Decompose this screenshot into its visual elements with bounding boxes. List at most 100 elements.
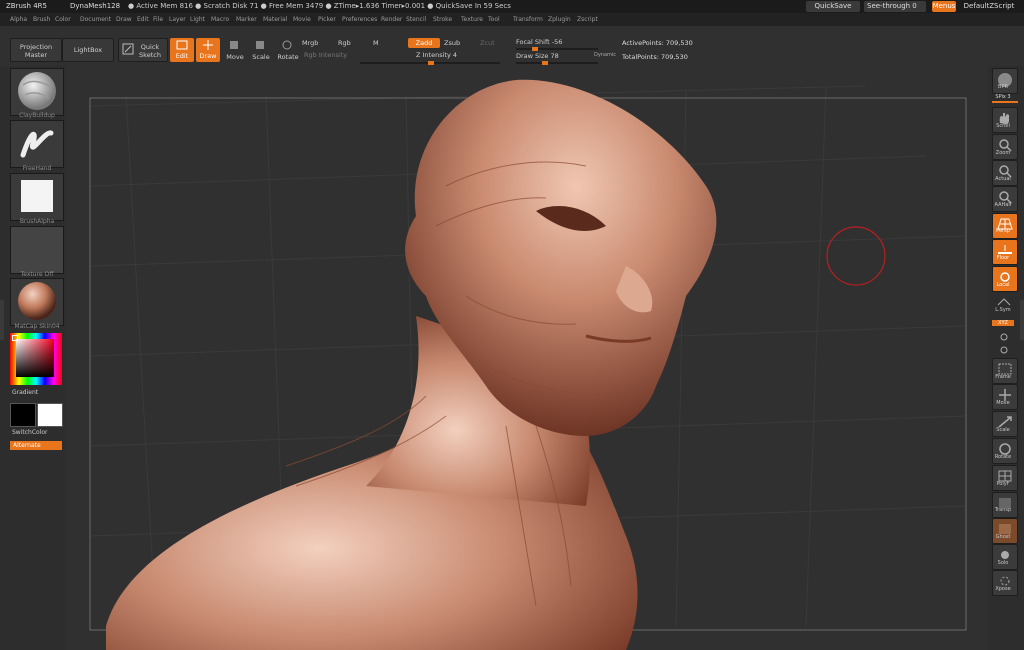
color-picker-cursor[interactable] — [12, 335, 18, 341]
menu-picker[interactable]: Picker — [318, 13, 336, 26]
focal-shift-handle[interactable] — [532, 47, 538, 51]
menu-zplugin[interactable]: Zplugin — [548, 13, 571, 26]
menu-light[interactable]: Light — [190, 13, 205, 26]
left-tray-handle[interactable] — [0, 300, 4, 340]
default-zscript-button[interactable]: DefaultZScript — [958, 1, 1020, 12]
draw-size-track[interactable] — [516, 61, 598, 65]
menu-alpha[interactable]: Alpha — [10, 13, 27, 26]
menu-stroke[interactable]: Stroke — [433, 13, 452, 26]
main-color-swatch[interactable] — [10, 403, 36, 427]
move-view-label: Move — [996, 400, 1010, 406]
alpha-icon — [21, 180, 53, 212]
projection-master-button[interactable]: Projection Master — [10, 38, 62, 62]
secondary-color-swatch[interactable] — [37, 403, 63, 427]
menu-color[interactable]: Color — [55, 13, 71, 26]
rgb-button[interactable]: Rgb — [338, 39, 351, 47]
intensity-slider-track[interactable] — [360, 61, 500, 65]
sculpt-viewport[interactable] — [66, 66, 988, 650]
menu-preferences[interactable]: Preferences — [342, 13, 377, 26]
xyz-button[interactable]: XYZ — [992, 320, 1014, 326]
aahalf-button[interactable] — [992, 186, 1018, 212]
menus-button[interactable]: Menus — [932, 1, 956, 12]
z-intensity-slider[interactable]: Z Intensity 4 — [416, 51, 457, 59]
quicksave-button[interactable]: QuickSave — [806, 1, 860, 12]
material-selector[interactable] — [10, 278, 64, 326]
scale-view-button[interactable] — [992, 411, 1018, 437]
rotate-z-icon — [1000, 346, 1008, 354]
floor-button[interactable] — [992, 239, 1018, 265]
draw-button[interactable]: Draw — [196, 38, 220, 62]
alpha-selector[interactable] — [10, 173, 64, 221]
viewport-canvas[interactable] — [66, 66, 988, 650]
gradient-toggle[interactable]: Gradient — [12, 389, 38, 396]
rgb-intensity-slider[interactable]: Rgb Intensity — [304, 51, 347, 59]
menu-tool[interactable]: Tool — [488, 13, 500, 26]
menu-macro[interactable]: Macro — [211, 13, 229, 26]
color-picker[interactable] — [10, 333, 62, 385]
right-tray-handle[interactable] — [1020, 300, 1024, 340]
transp-label: Transp — [994, 507, 1012, 513]
move-icon — [230, 41, 238, 49]
mrgb-button[interactable]: Mrgb — [302, 39, 318, 47]
menu-brush[interactable]: Brush — [33, 13, 50, 26]
menu-file[interactable]: File — [153, 13, 163, 26]
scale-button[interactable]: Scale — [250, 38, 272, 62]
actual-button[interactable] — [992, 160, 1018, 186]
rotate-view-button[interactable] — [992, 438, 1018, 464]
zoom-button[interactable] — [992, 134, 1018, 160]
draw-size-slider[interactable]: Draw Size 78 — [516, 52, 559, 60]
menu-material[interactable]: Material — [263, 13, 287, 26]
local-button[interactable] — [992, 266, 1018, 292]
persp-button[interactable] — [992, 213, 1018, 239]
actual-label: Actual — [995, 176, 1011, 182]
stroke-selector[interactable] — [10, 120, 64, 168]
move-button[interactable]: Move — [224, 38, 246, 62]
ghost-button[interactable] — [992, 518, 1018, 544]
texture-selector[interactable] — [10, 226, 64, 274]
menu-layer[interactable]: Layer — [169, 13, 186, 26]
draw-size-handle[interactable] — [542, 61, 548, 65]
solo-label: Solo — [997, 560, 1009, 566]
spix-slider-bar[interactable] — [992, 101, 1018, 103]
transp-button[interactable] — [992, 492, 1018, 518]
intensity-slider-handle[interactable] — [428, 61, 434, 65]
menu-transform[interactable]: Transform — [513, 13, 543, 26]
zadd-button[interactable]: Zadd — [408, 38, 440, 48]
m-button[interactable]: M — [373, 39, 379, 47]
menu-stencil[interactable]: Stencil — [406, 13, 426, 26]
solo-button[interactable] — [992, 544, 1018, 570]
menu-document[interactable]: Document — [80, 13, 111, 26]
dynamic-toggle[interactable]: Dynamic — [594, 52, 616, 58]
focal-shift-slider[interactable]: Focal Shift -56 — [516, 38, 562, 46]
spix-slider[interactable]: SPix 3 — [988, 94, 1018, 100]
move-view-button[interactable] — [992, 384, 1018, 410]
xpose-button[interactable] — [992, 570, 1018, 596]
focal-shift-track[interactable] — [516, 47, 598, 51]
zsub-button[interactable]: Zsub — [444, 39, 460, 47]
color-picker-square[interactable] — [16, 339, 54, 377]
see-through-slider[interactable]: See-through 0 — [864, 1, 926, 12]
alternate-button[interactable]: Alternate — [10, 441, 62, 450]
polyf-button[interactable] — [992, 465, 1018, 491]
clay-brush-icon — [18, 72, 56, 110]
menu-render[interactable]: Render — [381, 13, 402, 26]
edit-button[interactable]: Edit — [170, 38, 194, 62]
frame-label: Frame — [995, 374, 1011, 380]
switch-color-button[interactable]: SwitchColor — [12, 429, 48, 436]
ghost-label: Ghost — [995, 534, 1011, 540]
scroll-button[interactable] — [992, 107, 1018, 133]
menu-texture[interactable]: Texture — [461, 13, 483, 26]
menu-zscript[interactable]: Zscript — [577, 13, 598, 26]
rotate-button[interactable]: Rotate — [276, 38, 300, 62]
frame-button[interactable] — [992, 358, 1018, 384]
menu-movie[interactable]: Movie — [293, 13, 311, 26]
zcut-button[interactable]: Zcut — [480, 39, 495, 47]
menu-edit[interactable]: Edit — [137, 13, 149, 26]
menu-marker[interactable]: Marker — [236, 13, 257, 26]
lightbox-button[interactable]: LightBox — [62, 38, 114, 62]
menu-draw[interactable]: Draw — [116, 13, 132, 26]
bpr-button[interactable] — [992, 68, 1018, 94]
lsym-button[interactable]: L.Sym — [988, 307, 1018, 313]
brush-selector[interactable] — [10, 68, 64, 116]
quick-sketch-button[interactable]: Quick Sketch — [118, 38, 168, 62]
